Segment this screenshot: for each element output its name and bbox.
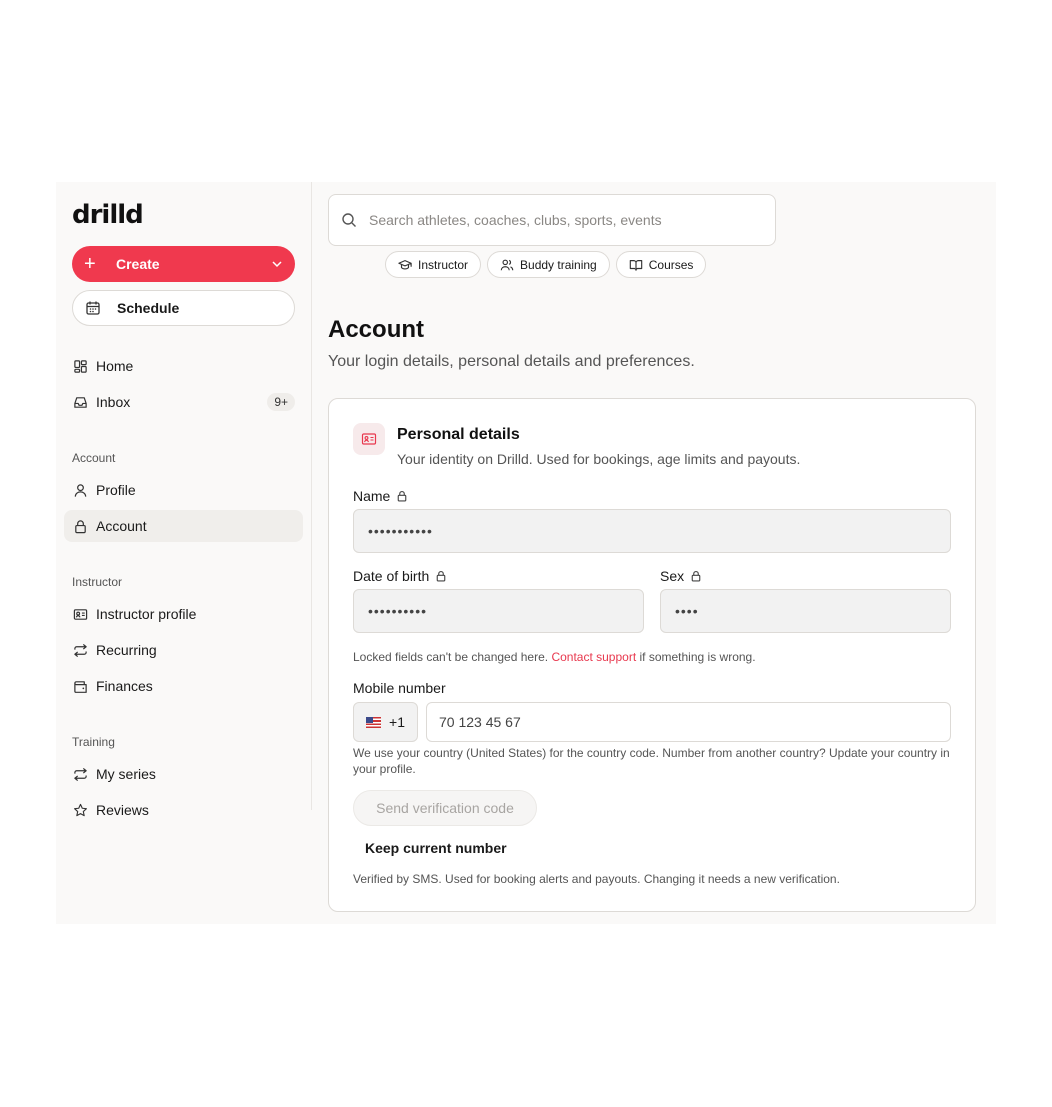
app-window: drilld + Create Schedule Home Inbox 9+ A… [56,182,996,924]
search-input[interactable]: Search athletes, coaches, clubs, sports,… [369,212,662,228]
chip-instructor[interactable]: Instructor [385,251,482,278]
create-button[interactable]: + Create [72,246,295,282]
sidebar-item-label: Inbox [96,394,131,410]
sidebar-item-label: Finances [96,678,153,694]
sidebar-item-label: Reviews [96,802,149,818]
sidebar-item-label: Profile [96,482,136,498]
lock-icon [436,570,446,582]
search-icon [342,213,356,227]
dob-label-text: Date of birth [353,568,430,584]
calendar-icon [86,301,100,315]
inbox-count-badge: 9+ [267,393,295,411]
chip-label: Courses [648,257,694,272]
section-label-training: Training [72,735,115,749]
name-label-text: Name [353,488,391,504]
sidebar-item-instructor-profile[interactable]: Instructor profile [64,598,303,630]
chevron-down-icon [272,261,282,268]
sidebar: drilld + Create Schedule Home Inbox 9+ A… [56,182,312,818]
page-subtitle: Your login details, personal details and… [328,353,695,370]
inbox-icon [72,394,88,410]
card-description: Your identity on Drilld. Used for bookin… [397,451,801,467]
chip-courses[interactable]: Courses [615,251,707,278]
contact-support-link[interactable]: Contact support [551,650,636,664]
dob-field: •••••••••• [353,589,644,633]
book-icon [629,259,642,271]
sidebar-item-recurring[interactable]: Recurring [64,634,303,666]
page-title: Account [328,316,424,343]
app-logo[interactable]: drilld [72,200,144,230]
sidebar-item-finances[interactable]: Finances [64,670,303,702]
chip-buddy-training[interactable]: Buddy training [487,251,610,278]
sidebar-item-home[interactable]: Home [64,350,303,382]
card-title: Personal details [397,426,520,443]
sidebar-item-my-series[interactable]: My series [64,758,303,790]
locked-fields-note: Locked fields can't be changed here. Con… [353,649,756,665]
country-code-select[interactable]: +1 [353,702,418,742]
dob-label: Date of birth [353,568,447,584]
quick-filter-chips: Instructor Buddy training Courses [385,251,707,278]
sidebar-item-inbox[interactable]: Inbox 9+ [64,386,303,418]
sidebar-item-reviews[interactable]: Reviews [64,794,303,826]
sidebar-item-label: Account [96,518,147,534]
users-icon [500,259,514,270]
id-card-icon [72,606,88,622]
locked-note-suffix: if something is wrong. [639,650,756,664]
repeat-icon [72,642,88,658]
sidebar-item-label: My series [96,766,156,782]
sms-verification-note: Verified by SMS. Used for booking alerts… [353,872,840,886]
grid-icon [72,358,88,374]
name-field: ••••••••••• [353,509,951,553]
create-label: Create [116,256,160,272]
chip-label: Instructor [418,257,469,272]
country-code-note: We use your country (United States) for … [353,746,950,776]
schedule-button[interactable]: Schedule [72,290,295,326]
graduation-cap-icon [398,259,412,270]
sidebar-item-profile[interactable]: Profile [64,474,303,506]
sidebar-item-label: Home [96,358,134,374]
sidebar-item-account[interactable]: Account [64,510,303,542]
repeat-icon [72,766,88,782]
phone-input[interactable]: 70 123 45 67 [426,702,951,742]
sex-label: Sex [660,568,702,584]
id-card-icon [353,423,385,455]
country-code: +1 [389,714,405,730]
schedule-label: Schedule [117,300,180,316]
plus-icon: + [84,253,96,275]
chip-label: Buddy training [520,257,597,272]
sidebar-item-label: Recurring [96,642,157,658]
keep-current-number-button[interactable]: Keep current number [365,840,507,856]
section-label-account: Account [72,451,116,465]
section-label-instructor: Instructor [72,575,123,589]
sex-label-text: Sex [660,568,685,584]
star-icon [72,802,88,818]
lock-icon [691,570,701,582]
main-content: Search athletes, coaches, clubs, sports,… [328,182,996,924]
lock-icon [72,518,88,534]
us-flag-icon [366,716,382,728]
sidebar-item-label: Instructor profile [96,606,197,622]
personal-details-card: Personal details Your identity on Drilld… [328,398,976,912]
user-icon [72,482,88,498]
lock-icon [398,490,407,502]
locked-note-text: Locked fields can't be changed here. [353,650,549,664]
wallet-icon [72,678,88,694]
name-label: Name [353,488,408,504]
phone-value: 70 123 45 67 [439,714,521,730]
send-verification-code-button[interactable]: Send verification code [353,790,537,826]
search-bar[interactable]: Search athletes, coaches, clubs, sports,… [328,194,776,246]
mobile-label: Mobile number [353,680,446,696]
sex-field: •••• [660,589,951,633]
